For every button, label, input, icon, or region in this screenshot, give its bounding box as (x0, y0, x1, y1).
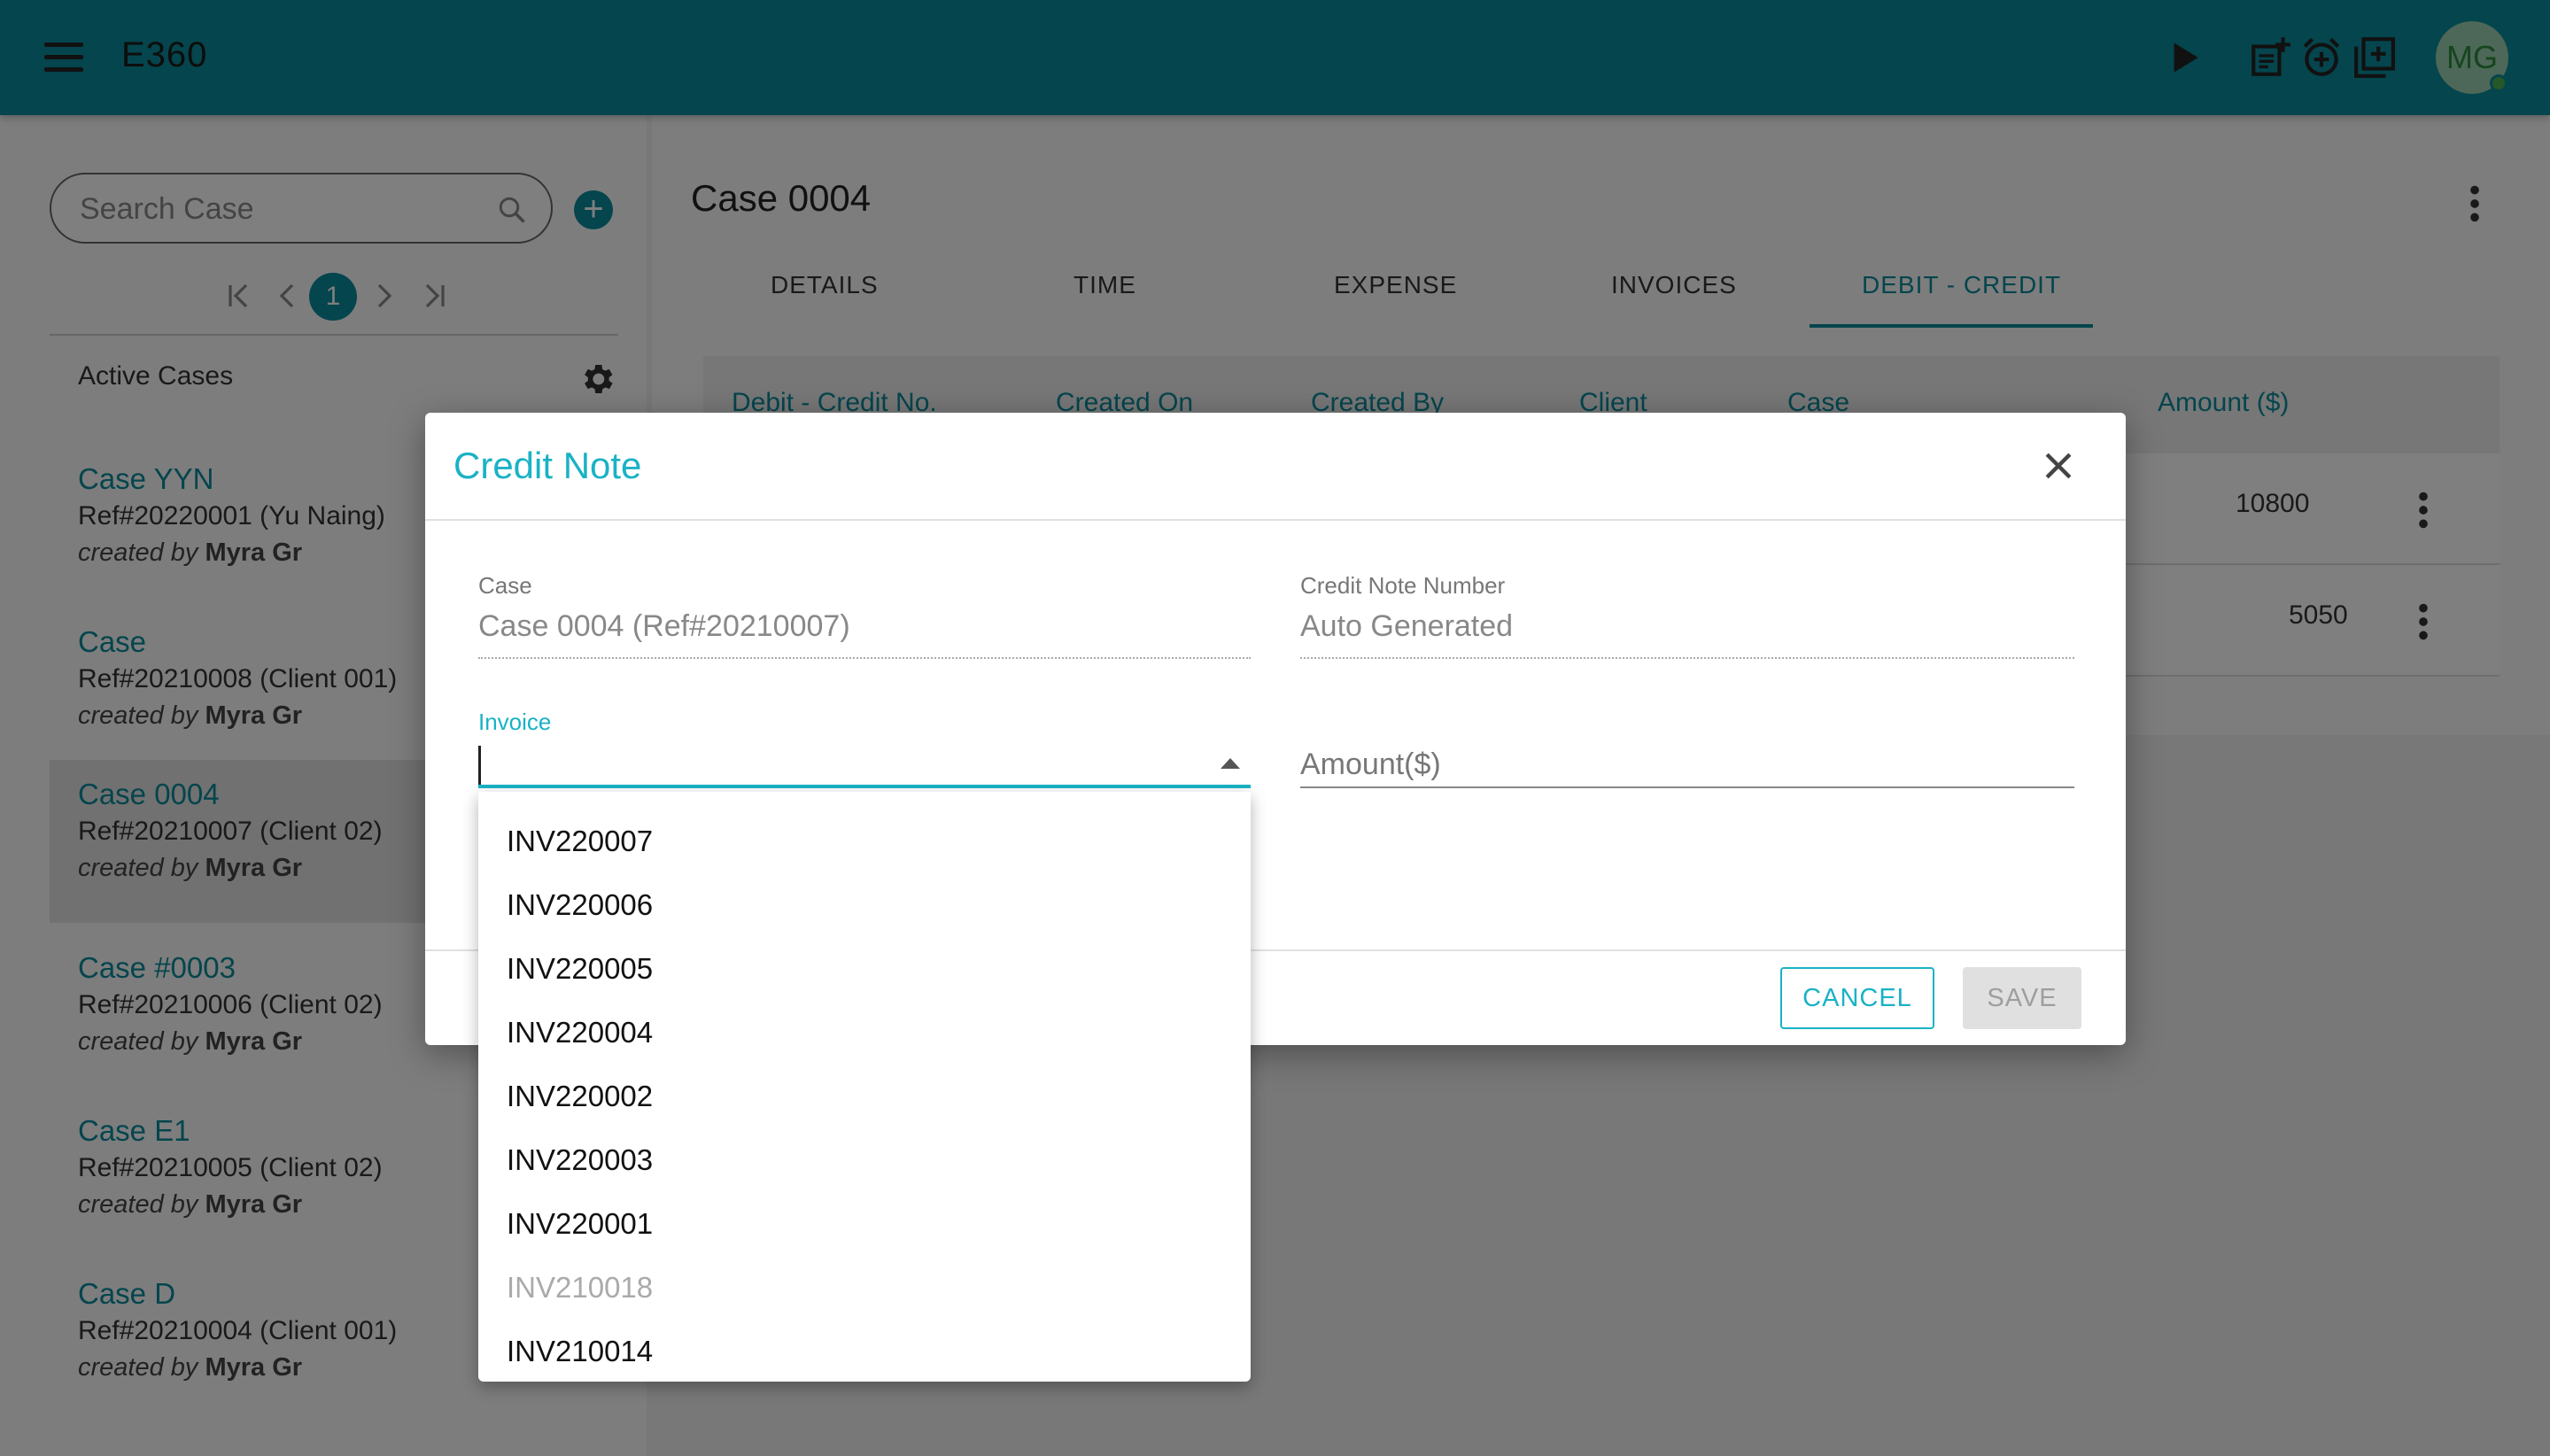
credit-note-number-label: Credit Note Number (1300, 572, 1506, 599)
invoice-option[interactable]: INV220004 (478, 1001, 1251, 1065)
invoice-dropdown-list[interactable]: INV220007 INV220006 INV220005 INV220004 … (478, 792, 1251, 1382)
credit-note-number-value: Auto Generated (1300, 609, 1514, 643)
invoice-option[interactable]: INV220003 (478, 1128, 1251, 1192)
invoice-option[interactable]: INV220007 (478, 809, 1251, 873)
dialog-divider (425, 519, 2126, 521)
invoice-option-disabled: INV210018 (507, 1271, 654, 1304)
invoice-option[interactable]: INV220002 (478, 1065, 1251, 1128)
invoice-option[interactable]: INV210014 (478, 1320, 1251, 1382)
credit-note-number-underline (1300, 657, 2074, 659)
invoice-option[interactable]: INV220001 (478, 1192, 1251, 1256)
invoice-option[interactable]: INV220006 (478, 873, 1251, 937)
invoice-field-label: Invoice (478, 709, 552, 735)
dialog-title: Credit Note (453, 445, 642, 486)
invoice-option[interactable]: INV220005 (478, 937, 1251, 1001)
text-cursor (478, 746, 481, 785)
cancel-button[interactable]: CANCEL (1780, 967, 1934, 1029)
dropdown-arrow-up-icon[interactable] (1221, 758, 1240, 769)
invoice-combobox-input[interactable] (478, 742, 1251, 788)
amount-field[interactable] (1300, 742, 2074, 788)
case-field-value: Case 0004 (Ref#20210007) (478, 609, 850, 643)
save-button-disabled: SAVE (1963, 967, 2081, 1029)
close-icon[interactable] (2039, 446, 2078, 485)
case-field-label: Case (478, 572, 532, 599)
case-field-underline (478, 657, 1251, 659)
